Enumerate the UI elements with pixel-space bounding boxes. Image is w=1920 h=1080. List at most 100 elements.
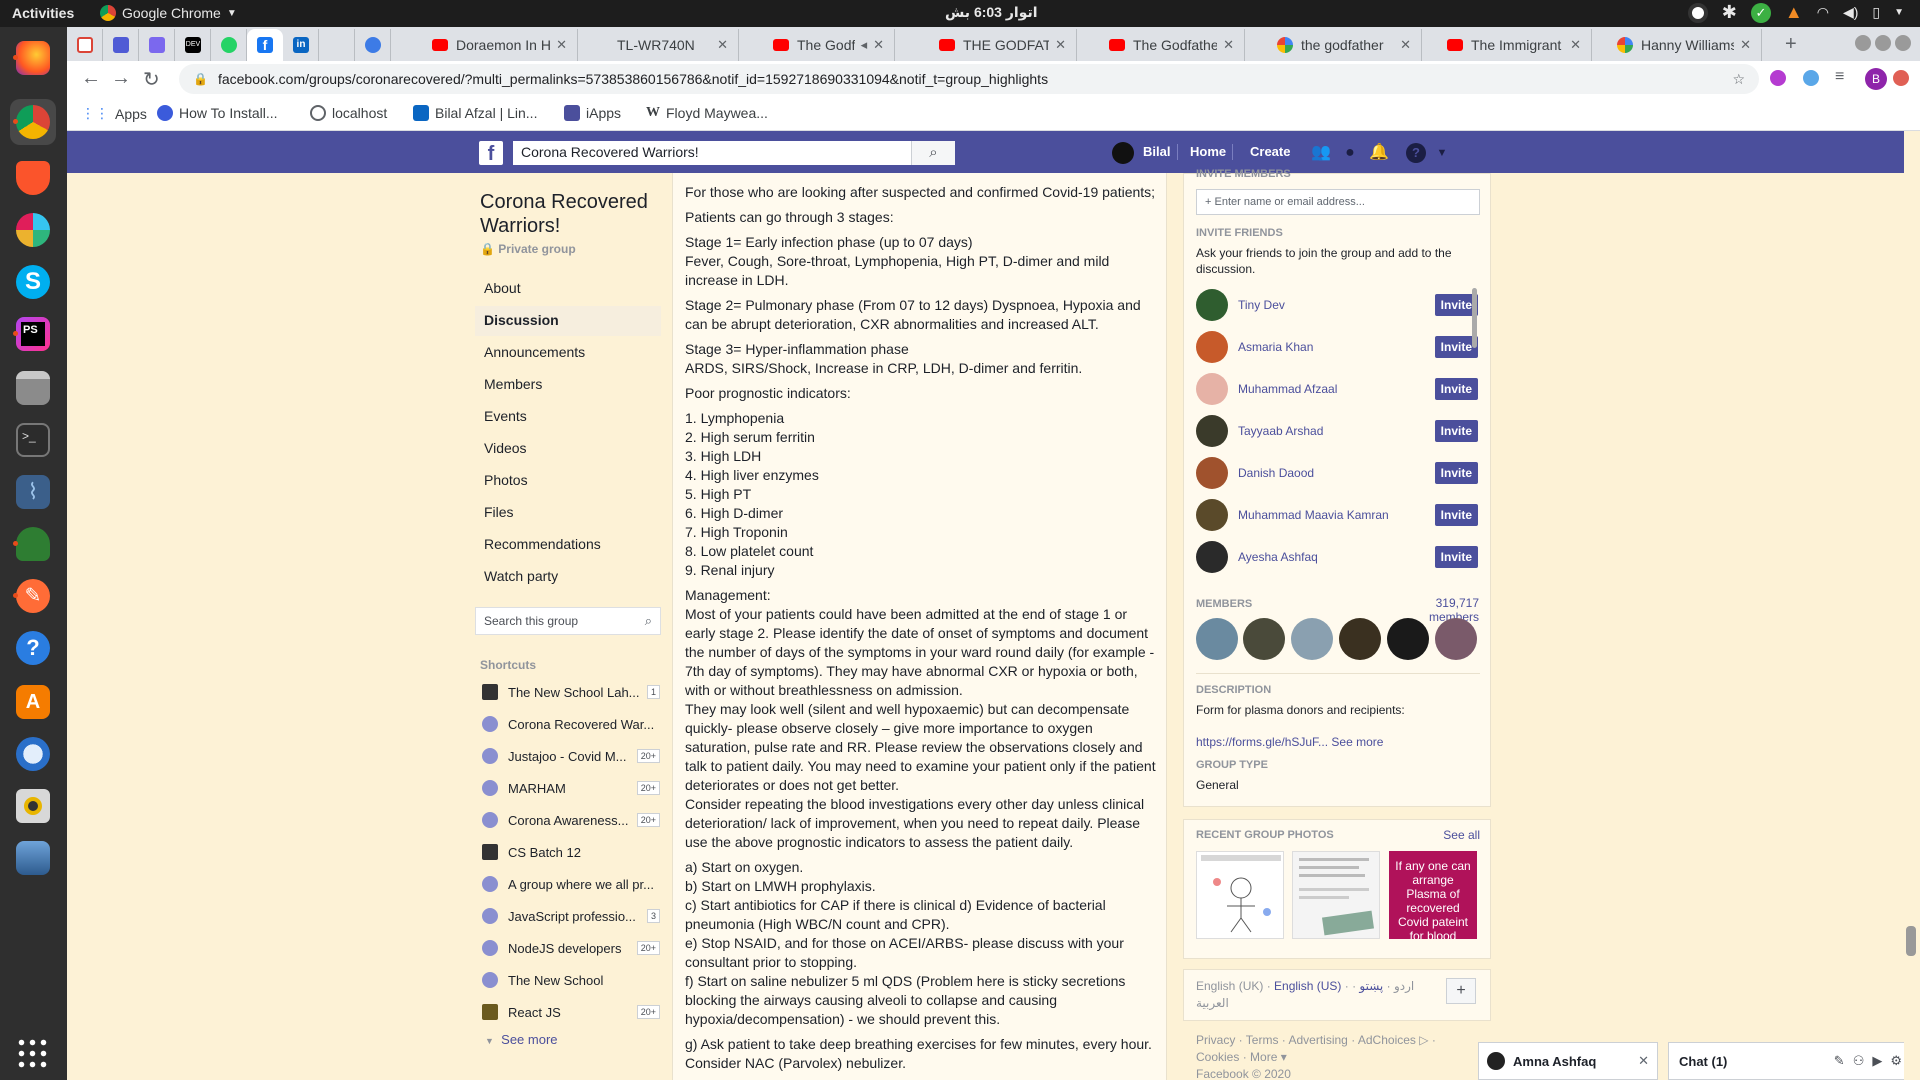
shortcut-item[interactable]: NodeJS developers 20+ bbox=[482, 937, 660, 959]
bookmark-how-to-install[interactable]: How To Install... bbox=[157, 105, 278, 121]
messenger-icon[interactable]: ● bbox=[1340, 143, 1360, 163]
tab-tl-wr740n[interactable]: TL-WR740N ✕ bbox=[583, 29, 739, 61]
friend-name[interactable]: Tiny Dev bbox=[1238, 298, 1435, 312]
battery-icon[interactable]: ▯ bbox=[1872, 4, 1880, 21]
reload-icon[interactable]: ↻ bbox=[143, 67, 160, 92]
close-icon[interactable]: ✕ bbox=[1223, 37, 1234, 53]
lang-english-us[interactable]: English (US) bbox=[1274, 979, 1341, 993]
extension-icon[interactable] bbox=[1770, 70, 1786, 86]
nav-watch-party[interactable]: Watch party bbox=[475, 562, 661, 592]
wifi-icon[interactable]: ◠ bbox=[1817, 4, 1829, 21]
postman-icon[interactable]: ✎ bbox=[10, 573, 56, 619]
shortcut-item[interactable]: MARHAM 20+ bbox=[482, 777, 660, 799]
avatar[interactable] bbox=[1339, 618, 1381, 660]
friend-requests-icon[interactable]: 👥 bbox=[1311, 143, 1331, 163]
group-photo-plasma-request[interactable]: If any one can arrange Plasma of recover… bbox=[1389, 851, 1477, 939]
shortcut-item[interactable]: CS Batch 12 bbox=[482, 841, 660, 863]
close-icon[interactable]: ✕ bbox=[1055, 37, 1066, 53]
friend-name[interactable]: Muhammad Maavia Kamran bbox=[1238, 508, 1435, 522]
tab-pinned-2[interactable] bbox=[103, 29, 139, 61]
tab-whatsapp[interactable] bbox=[211, 29, 247, 61]
avatar[interactable] bbox=[1196, 415, 1228, 447]
slack-tray-icon[interactable]: ✱ bbox=[1722, 2, 1737, 23]
avatar[interactable] bbox=[1112, 142, 1134, 164]
chrome-icon[interactable] bbox=[10, 99, 56, 145]
back-arrow-icon[interactable]: ← bbox=[81, 67, 101, 90]
phpstorm-icon[interactable]: PS bbox=[10, 311, 56, 357]
bookmark-floyd[interactable]: W Floyd Maywea... bbox=[646, 105, 768, 121]
close-icon[interactable]: ✕ bbox=[1638, 1053, 1649, 1069]
lang-arabic[interactable]: العربية bbox=[1196, 996, 1229, 1010]
extension-icon[interactable] bbox=[1803, 70, 1819, 86]
home-link[interactable]: Home bbox=[1190, 144, 1226, 159]
address-bar[interactable]: 🔒 facebook.com/groups/coronarecovered/?m… bbox=[179, 64, 1759, 94]
check-icon[interactable]: ✓ bbox=[1750, 2, 1771, 23]
avatar[interactable] bbox=[1196, 541, 1228, 573]
nav-announcements[interactable]: Announcements bbox=[475, 338, 661, 368]
volume-icon[interactable]: ◀) bbox=[1843, 4, 1858, 21]
rhythmbox-icon[interactable] bbox=[10, 783, 56, 829]
new-tab-button[interactable]: + bbox=[1785, 33, 1797, 56]
help-icon[interactable]: ? bbox=[1406, 143, 1426, 163]
tab-linkedin[interactable]: in bbox=[283, 29, 319, 61]
nav-files[interactable]: Files bbox=[475, 498, 661, 528]
avatar[interactable] bbox=[1196, 618, 1238, 660]
avatar[interactable] bbox=[1196, 331, 1228, 363]
close-icon[interactable]: ✕ bbox=[1400, 37, 1411, 53]
close-icon[interactable]: ✕ bbox=[717, 37, 728, 53]
footer-terms[interactable]: Terms bbox=[1246, 1033, 1279, 1047]
create-group-icon[interactable]: ⚇ bbox=[1853, 1053, 1865, 1069]
update-menu-icon[interactable] bbox=[1893, 70, 1909, 86]
mysql-workbench-icon[interactable]: ⌇ bbox=[10, 469, 56, 515]
video-call-icon[interactable]: ▶ bbox=[1872, 1053, 1882, 1069]
page-scrollbar-thumb[interactable] bbox=[1906, 926, 1916, 956]
firefox-icon[interactable] bbox=[10, 35, 56, 81]
shortcut-item[interactable]: Justajoo - Covid M... 20+ bbox=[482, 745, 660, 767]
forward-arrow-icon[interactable]: → bbox=[111, 67, 131, 90]
new-message-icon[interactable]: ✎ bbox=[1834, 1053, 1845, 1069]
bookmark-localhost[interactable]: localhost bbox=[310, 105, 387, 121]
profile-link[interactable]: Bilal bbox=[1143, 144, 1170, 159]
avatar[interactable] bbox=[1196, 373, 1228, 405]
tab-godfather-2[interactable]: THE GODFATH ✕ bbox=[929, 29, 1077, 61]
group-photo-typhoid-fever[interactable] bbox=[1292, 851, 1380, 939]
facebook-logo-icon[interactable]: f bbox=[479, 141, 503, 165]
see-all-link[interactable]: See all bbox=[1420, 828, 1480, 842]
footer-advertising[interactable]: Advertising bbox=[1288, 1033, 1347, 1047]
clock[interactable]: اتوار 6:03 بش bbox=[945, 4, 1038, 21]
tab-immigrant[interactable]: The Immigrant ✕ bbox=[1437, 29, 1592, 61]
shortcut-item[interactable]: The New School bbox=[482, 969, 660, 991]
invite-button[interactable]: Invite bbox=[1434, 378, 1478, 400]
app-menu[interactable]: Google Chrome ▼ bbox=[100, 5, 237, 21]
invite-members-input[interactable]: + Enter name or email address... bbox=[1196, 189, 1480, 215]
gear-icon[interactable]: ⚙ bbox=[1890, 1053, 1902, 1069]
nav-members[interactable]: Members bbox=[475, 370, 661, 400]
avatar[interactable] bbox=[1435, 618, 1477, 660]
tab-blank[interactable] bbox=[319, 29, 355, 61]
create-link[interactable]: Create bbox=[1250, 144, 1290, 159]
nav-videos[interactable]: Videos bbox=[475, 434, 661, 464]
media-icon[interactable]: ≡ bbox=[1835, 68, 1844, 86]
volume-icon[interactable]: ◂ bbox=[861, 37, 868, 53]
nav-about[interactable]: About bbox=[475, 274, 661, 304]
group-photo-covid-signs[interactable] bbox=[1196, 851, 1284, 939]
minimize-button[interactable] bbox=[1855, 35, 1871, 51]
inkscape-icon[interactable] bbox=[10, 521, 56, 567]
obs-icon[interactable] bbox=[1687, 2, 1708, 23]
tab-hanny-williams[interactable]: Hanny Williams ✕ bbox=[1607, 29, 1762, 61]
shortcut-item[interactable]: JavaScript professio... 3 bbox=[482, 905, 660, 927]
shortcuts-see-more[interactable]: ▼ See more bbox=[485, 1032, 558, 1047]
screenshot-icon[interactable] bbox=[10, 835, 56, 881]
invite-button[interactable]: Invite bbox=[1434, 462, 1478, 484]
show-apps-icon[interactable] bbox=[10, 1031, 56, 1077]
search-icon[interactable]: ⌕ bbox=[911, 141, 955, 165]
brave-icon[interactable] bbox=[10, 155, 56, 201]
add-language-button[interactable]: + bbox=[1446, 978, 1476, 1004]
shortcut-item[interactable]: React JS 20+ bbox=[482, 1001, 660, 1023]
tab-godfather-search[interactable]: the godfather ✕ bbox=[1267, 29, 1422, 61]
footer-adchoices[interactable]: AdChoices bbox=[1358, 1033, 1416, 1047]
group-name[interactable]: Corona Recovered Warriors! bbox=[480, 190, 670, 238]
notifications-bell-icon[interactable]: 🔔 bbox=[1369, 143, 1389, 163]
tab-dev[interactable]: DEV bbox=[175, 29, 211, 61]
invite-button[interactable]: Invite bbox=[1434, 420, 1478, 442]
